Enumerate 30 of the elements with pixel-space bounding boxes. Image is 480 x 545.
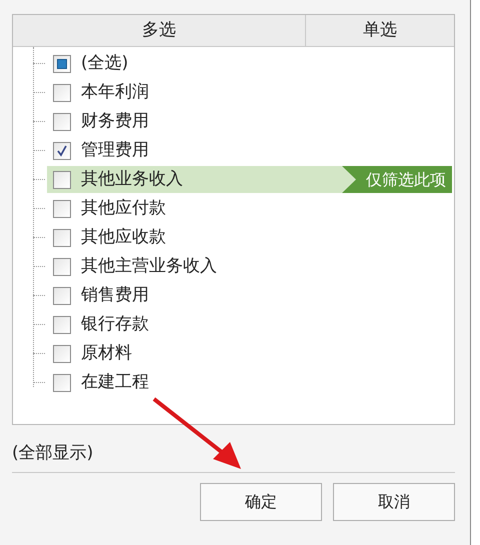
checkbox[interactable] (53, 316, 71, 334)
checkbox[interactable] (53, 142, 71, 160)
checkbox[interactable] (53, 228, 71, 246)
checkbox[interactable] (53, 344, 71, 362)
list-item[interactable]: 本年利润 (47, 79, 452, 106)
list-item[interactable]: 其他业务收入 仅筛选此项 (47, 166, 452, 193)
list-item[interactable]: 管理费用 (47, 137, 452, 164)
dialog-button[interactable]: 取消 (333, 483, 455, 521)
list-item[interactable]: 银行存款 (47, 311, 452, 338)
list-item[interactable]: 其他应收款 (47, 224, 452, 251)
list-item[interactable]: 原材料 (47, 340, 452, 367)
checkbox[interactable] (53, 112, 71, 130)
checkbox[interactable] (53, 258, 71, 276)
list-item[interactable]: (全选) (47, 50, 452, 77)
list-item[interactable]: 其他主营业务收入 (47, 253, 452, 280)
checkbox[interactable] (53, 374, 71, 392)
list-item[interactable]: 销售费用 (47, 282, 452, 309)
checkbox[interactable] (53, 286, 71, 304)
checkbox[interactable] (53, 84, 71, 102)
checkbox[interactable] (53, 170, 71, 188)
column-tab[interactable]: 多选 (13, 15, 306, 46)
list-item[interactable]: 在建工程 (47, 369, 452, 396)
list-item[interactable]: 其他应付款 (47, 195, 452, 222)
list-item[interactable]: 财务费用 (47, 108, 452, 135)
column-tab[interactable]: 单选 (306, 15, 454, 46)
check-icon (56, 144, 68, 156)
dialog-button[interactable]: 确定 (200, 483, 322, 521)
checkbox[interactable] (53, 54, 71, 72)
checkbox[interactable] (53, 200, 71, 218)
status-text: (全部显示) (12, 442, 94, 464)
